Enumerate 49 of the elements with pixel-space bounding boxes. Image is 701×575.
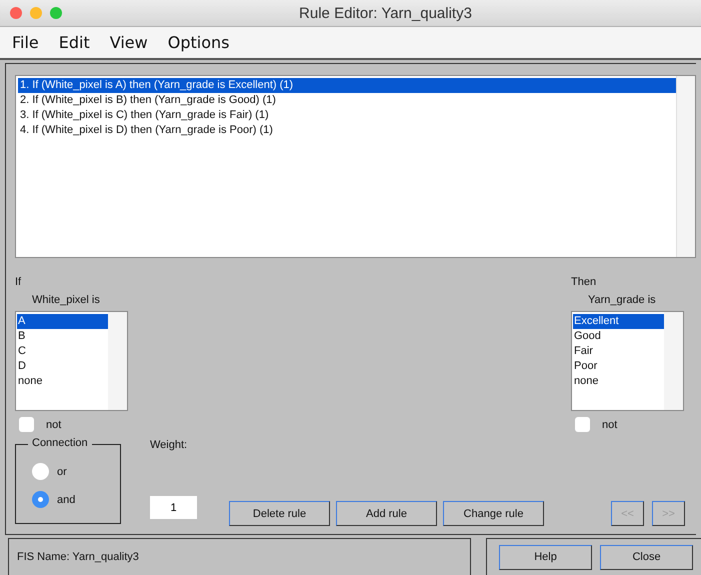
fis-name-text: FIS Name: Yarn_quality3 <box>17 551 139 563</box>
dialog-button[interactable]: Close <box>600 544 693 570</box>
window-title: Rule Editor: Yarn_quality3 <box>298 4 473 22</box>
rule-item[interactable]: 4. If (White_pixel is D) then (Yarn_grade is Poor) (1) <box>18 123 676 138</box>
close-window-icon[interactable] <box>10 7 22 19</box>
radio-button[interactable] <box>32 463 49 480</box>
section-label: Then <box>571 275 598 289</box>
weight-label: Weight: <box>150 439 188 451</box>
scrollbar[interactable] <box>108 312 127 410</box>
menu-item[interactable]: Edit <box>58 33 90 52</box>
checkbox-label: not <box>46 418 62 430</box>
option-item[interactable]: D <box>17 359 108 374</box>
rule-item[interactable]: 1. If (White_pixel is A) then (Yarn_grade is Excellent) (1) <box>18 78 676 93</box>
option-item[interactable]: Good <box>573 329 664 344</box>
scrollbar[interactable] <box>664 312 683 410</box>
not-checkbox[interactable] <box>575 417 590 432</box>
zoom-window-icon[interactable] <box>50 7 62 19</box>
variable-label: Yarn_grade is <box>588 293 657 307</box>
menu-item[interactable]: File <box>12 33 39 52</box>
option-item[interactable]: Excellent <box>573 314 664 329</box>
option-item[interactable]: Poor <box>573 359 664 374</box>
group-title: Connection <box>28 437 92 449</box>
variable-label: White_pixel is <box>32 293 101 307</box>
menu-item[interactable]: View <box>110 33 148 52</box>
option-list[interactable]: Excellent Good Fair Poor none <box>571 311 684 411</box>
option-item[interactable]: none <box>17 374 108 389</box>
option-list[interactable]: A B C D none <box>15 311 128 411</box>
action-button[interactable]: Delete rule <box>229 501 330 526</box>
action-button[interactable]: Change rule <box>443 501 544 526</box>
rule-list[interactable] <box>15 75 696 258</box>
not-checkbox[interactable] <box>19 417 34 432</box>
weight-field[interactable]: 1 <box>150 496 197 519</box>
section-label: If <box>15 275 22 289</box>
option-item[interactable]: Fair <box>573 344 664 359</box>
menu-item[interactable]: Options <box>168 33 230 52</box>
rule-item[interactable]: 3. If (White_pixel is C) then (Yarn_grade is Fair) (1) <box>18 108 676 123</box>
minimize-window-icon[interactable] <box>30 7 42 19</box>
option-item[interactable]: B <box>17 329 108 344</box>
option-item[interactable]: C <box>17 344 108 359</box>
radio-label: and <box>57 494 76 506</box>
option-item[interactable]: none <box>573 374 664 389</box>
option-item[interactable]: A <box>17 314 108 329</box>
scrollbar[interactable] <box>676 76 695 257</box>
rule-item[interactable]: 2. If (White_pixel is B) then (Yarn_grade is Good) (1) <box>18 93 676 108</box>
radio-button[interactable] <box>32 491 49 508</box>
checkbox-label: not <box>602 418 618 430</box>
radio-label: or <box>57 466 67 478</box>
action-button[interactable]: Add rule <box>336 501 437 526</box>
dialog-button[interactable]: Help <box>499 544 592 570</box>
